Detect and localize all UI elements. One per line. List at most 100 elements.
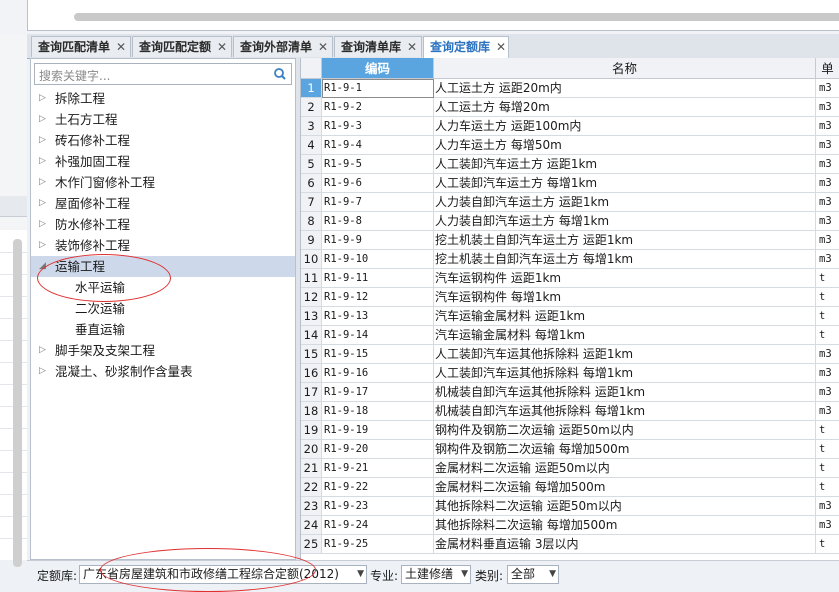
chevron-right-icon[interactable]: ▷ <box>39 88 49 109</box>
row-number[interactable]: 12 <box>301 288 322 307</box>
code-cell[interactable]: R1-9-22 <box>322 478 434 497</box>
row-number[interactable]: 4 <box>301 136 322 155</box>
unit-cell[interactable]: m3 <box>816 516 839 535</box>
name-cell[interactable]: 钢构件及钢筋二次运输 运距50m以内 <box>434 421 816 440</box>
tree-item-transport[interactable]: ◢ 运输工程 <box>31 256 295 277</box>
row-number[interactable]: 22 <box>301 478 322 497</box>
name-cell[interactable]: 汽车运钢构件 运距1km <box>434 269 816 288</box>
unit-cell[interactable]: m3 <box>816 174 839 193</box>
unit-cell[interactable]: m3 <box>816 79 839 98</box>
row-number[interactable]: 17 <box>301 383 322 402</box>
row-number[interactable]: 8 <box>301 212 322 231</box>
chevron-right-icon[interactable]: ▷ <box>39 193 49 214</box>
name-cell[interactable]: 金属材料二次运输 运距50m以内 <box>434 459 816 478</box>
name-cell[interactable]: 机械装自卸汽车运其他拆除料 每增1km <box>434 402 816 421</box>
code-cell[interactable]: R1-9-1 <box>322 79 434 98</box>
table-row[interactable]: 21 R1-9-21 金属材料二次运输 运距50m以内 t <box>301 459 839 478</box>
chevron-right-icon[interactable]: ▷ <box>39 340 49 361</box>
table-row[interactable]: 6 R1-9-6 人工装卸汽车运土方 每增1km m3 <box>301 174 839 193</box>
name-cell[interactable]: 汽车运钢构件 每增1km <box>434 288 816 307</box>
code-cell[interactable]: R1-9-23 <box>322 497 434 516</box>
table-row[interactable]: 8 R1-9-8 人力装自卸汽车运土方 每增1km m3 <box>301 212 839 231</box>
name-cell[interactable]: 其他拆除料二次运输 运距50m以内 <box>434 497 816 516</box>
search-icon[interactable] <box>272 66 288 82</box>
tree-item-scaffolding[interactable]: ▷ 脚手架及支架工程 <box>31 340 295 361</box>
name-cell[interactable]: 钢构件及钢筋二次运输 每增加500m <box>434 440 816 459</box>
code-cell[interactable]: R1-9-24 <box>322 516 434 535</box>
tree-item-masonry[interactable]: ▷ 砖石修补工程 <box>31 130 295 151</box>
code-cell[interactable]: R1-9-5 <box>322 155 434 174</box>
unit-cell[interactable]: t <box>816 440 839 459</box>
chevron-right-icon[interactable]: ▷ <box>39 235 49 256</box>
unit-cell[interactable]: t <box>816 459 839 478</box>
unit-cell[interactable]: m3 <box>816 117 839 136</box>
column-header-code[interactable]: 编码 <box>322 58 434 79</box>
unit-cell[interactable]: m3 <box>816 383 839 402</box>
table-row[interactable]: 20 R1-9-20 钢构件及钢筋二次运输 每增加500m t <box>301 440 839 459</box>
table-row[interactable]: 4 R1-9-4 人力车运土方 每增50m m3 <box>301 136 839 155</box>
row-number[interactable]: 1 <box>301 79 322 98</box>
table-row[interactable]: 15 R1-9-15 人工装卸汽车运其他拆除料 运距1km m3 <box>301 345 839 364</box>
table-row[interactable]: 18 R1-9-18 机械装自卸汽车运其他拆除料 每增1km m3 <box>301 402 839 421</box>
major-select[interactable]: 土建修缮 ▼ <box>401 565 471 584</box>
chevron-down-icon[interactable]: ▼ <box>549 566 556 583</box>
name-cell[interactable]: 金属材料垂直运输 3层以内 <box>434 535 816 554</box>
name-cell[interactable]: 人力车运土方 运距100m内 <box>434 117 816 136</box>
table-row[interactable]: 16 R1-9-16 人工装卸汽车运其他拆除料 每增1km m3 <box>301 364 839 383</box>
code-cell[interactable]: R1-9-6 <box>322 174 434 193</box>
code-cell[interactable]: R1-9-10 <box>322 250 434 269</box>
tree-item-carpentry[interactable]: ▷ 木作门窗修补工程 <box>31 172 295 193</box>
table-row[interactable]: 11 R1-9-11 汽车运钢构件 运距1km t <box>301 269 839 288</box>
row-number[interactable]: 7 <box>301 193 322 212</box>
table-row[interactable]: 12 R1-9-12 汽车运钢构件 每增1km t <box>301 288 839 307</box>
name-cell[interactable]: 人工装卸汽车运土方 每增1km <box>434 174 816 193</box>
row-number[interactable]: 25 <box>301 535 322 554</box>
code-cell[interactable]: R1-9-25 <box>322 535 434 554</box>
name-cell[interactable]: 人工装卸汽车运土方 运距1km <box>434 155 816 174</box>
chevron-right-icon[interactable]: ▷ <box>39 109 49 130</box>
row-number[interactable]: 2 <box>301 98 322 117</box>
tree-item-demolition[interactable]: ▷ 拆除工程 <box>31 88 295 109</box>
code-cell[interactable]: R1-9-14 <box>322 326 434 345</box>
name-cell[interactable]: 人工装卸汽车运其他拆除料 每增1km <box>434 364 816 383</box>
vertical-scrollbar[interactable] <box>13 239 22 567</box>
name-cell[interactable]: 挖土机装土自卸汽车运土方 每增1km <box>434 250 816 269</box>
tab-list-library[interactable]: 查询清单库 ✕ <box>334 36 422 57</box>
column-header-unit[interactable]: 单 <box>816 58 839 79</box>
name-cell[interactable]: 人力车运土方 每增50m <box>434 136 816 155</box>
table-row[interactable]: 3 R1-9-3 人力车运土方 运距100m内 m3 <box>301 117 839 136</box>
name-cell[interactable]: 人工运土方 每增20m <box>434 98 816 117</box>
code-cell[interactable]: R1-9-17 <box>322 383 434 402</box>
code-cell[interactable]: R1-9-7 <box>322 193 434 212</box>
unit-cell[interactable]: m3 <box>816 155 839 174</box>
tab-match-list[interactable]: 查询匹配清单 ✕ <box>31 36 131 57</box>
tree-item-vertical-transport[interactable]: 垂直运输 <box>31 319 295 340</box>
code-cell[interactable]: R1-9-15 <box>322 345 434 364</box>
row-number[interactable]: 19 <box>301 421 322 440</box>
table-row[interactable]: 19 R1-9-19 钢构件及钢筋二次运输 运距50m以内 t <box>301 421 839 440</box>
tree-item-reinforcement[interactable]: ▷ 补强加固工程 <box>31 151 295 172</box>
tab-external-list[interactable]: 查询外部清单 ✕ <box>233 36 333 57</box>
table-row[interactable]: 22 R1-9-22 金属材料二次运输 每增加500m t <box>301 478 839 497</box>
table-row[interactable]: 23 R1-9-23 其他拆除料二次运输 运距50m以内 m3 <box>301 497 839 516</box>
unit-cell[interactable]: m3 <box>816 212 839 231</box>
name-cell[interactable]: 人工装卸汽车运其他拆除料 运距1km <box>434 345 816 364</box>
table-row[interactable]: 13 R1-9-13 汽车运输金属材料 运距1km t <box>301 307 839 326</box>
tree-item-decoration[interactable]: ▷ 装饰修补工程 <box>31 235 295 256</box>
code-cell[interactable]: R1-9-20 <box>322 440 434 459</box>
unit-cell[interactable]: m3 <box>816 136 839 155</box>
row-number[interactable]: 15 <box>301 345 322 364</box>
close-icon[interactable]: ✕ <box>316 37 330 58</box>
code-cell[interactable]: R1-9-21 <box>322 459 434 478</box>
row-number[interactable]: 11 <box>301 269 322 288</box>
name-cell[interactable]: 机械装自卸汽车运其他拆除料 运距1km <box>434 383 816 402</box>
tab-match-quota[interactable]: 查询匹配定额 ✕ <box>132 36 232 57</box>
name-cell[interactable]: 汽车运输金属材料 每增1km <box>434 326 816 345</box>
tree-item-concrete-mortar[interactable]: ▷ 混凝土、砂浆制作含量表 <box>31 361 295 382</box>
search-input[interactable]: 搜索关键字... <box>34 63 292 85</box>
table-row[interactable]: 24 R1-9-24 其他拆除料二次运输 每增加500m m3 <box>301 516 839 535</box>
row-number[interactable]: 18 <box>301 402 322 421</box>
unit-cell[interactable]: t <box>816 326 839 345</box>
unit-cell[interactable]: t <box>816 288 839 307</box>
code-cell[interactable]: R1-9-13 <box>322 307 434 326</box>
